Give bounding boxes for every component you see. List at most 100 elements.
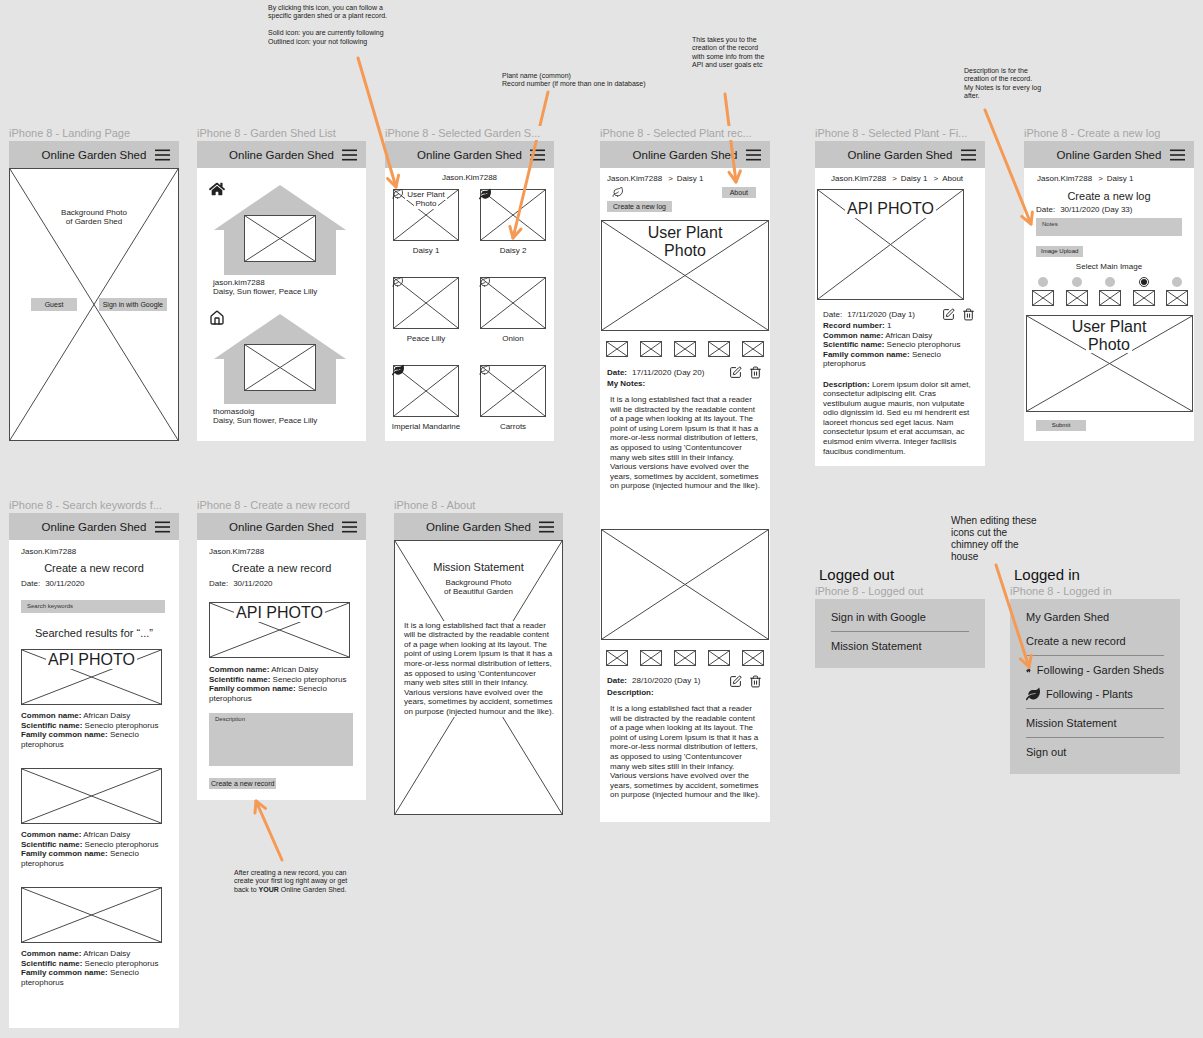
trash-icon[interactable]: [749, 675, 762, 688]
shed-card[interactable]: thomasdoigDaisy, Sun flower, Peace Lilly: [209, 310, 354, 425]
app-title[interactable]: Online Garden Shed: [417, 149, 522, 161]
radio[interactable]: [1172, 277, 1182, 287]
garden-shed-house-icon[interactable]: [214, 185, 346, 275]
app-title[interactable]: Online Garden Shed: [633, 149, 738, 161]
thumbnail[interactable]: [1032, 290, 1054, 306]
hamburger-menu-icon[interactable]: [1170, 149, 1185, 161]
image-choice[interactable]: [1133, 277, 1155, 306]
edit-icon[interactable]: [729, 675, 742, 688]
thumbnail[interactable]: [708, 341, 730, 357]
breadcrumb-item[interactable]: Daisy 1: [901, 174, 928, 184]
app-title[interactable]: Online Garden Shed: [426, 521, 531, 533]
thumbnail[interactable]: [606, 650, 628, 666]
breadcrumb-item[interactable]: Jason.Kim7288: [831, 174, 886, 184]
field-row: Scientific name: Senecio pterophorus: [21, 721, 161, 731]
hamburger-menu-icon[interactable]: [961, 149, 976, 161]
thumbnail[interactable]: [606, 341, 628, 357]
search-result[interactable]: Common name: African DaisyScientific nam…: [21, 768, 167, 868]
radio[interactable]: [1038, 277, 1048, 287]
house-outline-icon[interactable]: [209, 310, 225, 326]
hamburger-menu-icon[interactable]: [539, 521, 554, 533]
google-sign-in-button[interactable]: Sign in with Google: [99, 298, 167, 311]
leaf-solid-icon[interactable]: [392, 364, 404, 376]
breadcrumb-item[interactable]: Daisy 1: [677, 174, 704, 184]
menu-item[interactable]: My Garden Shed: [1026, 605, 1164, 629]
placeholder-cross-icon: [743, 651, 763, 665]
image-choice[interactable]: [1166, 277, 1188, 306]
image-choice[interactable]: [1066, 277, 1088, 306]
image-choice[interactable]: [1032, 277, 1054, 306]
menu-item[interactable]: Following - Plants: [1026, 682, 1164, 706]
menu-item[interactable]: Mission Statement: [1026, 711, 1164, 735]
menu-item[interactable]: Sign in with Google: [831, 605, 969, 629]
thumbnail[interactable]: [708, 650, 730, 666]
garden-shed-house-icon[interactable]: [214, 314, 346, 404]
app-title[interactable]: Online Garden Shed: [229, 521, 334, 533]
edit-icon[interactable]: [729, 366, 742, 379]
radio[interactable]: [1105, 277, 1115, 287]
search-result[interactable]: Common name: African DaisyScientific nam…: [21, 887, 167, 987]
plant-card[interactable]: Imperial Mandarine: [393, 365, 459, 432]
trash-icon[interactable]: [962, 308, 975, 321]
plant-card[interactable]: User PlantPhotoDaisy 1: [393, 189, 459, 256]
edit-icon[interactable]: [942, 308, 955, 321]
leaf-outline-icon[interactable]: [479, 276, 491, 288]
breadcrumb-item[interactable]: About: [942, 174, 963, 184]
record-date: Date:17/11/2020 (Day 1): [823, 310, 915, 320]
image-choice[interactable]: [1099, 277, 1121, 306]
leaf-outline-icon[interactable]: [392, 188, 404, 200]
search-field[interactable]: Search keywords: [21, 600, 165, 613]
thumbnail[interactable]: [1099, 290, 1121, 306]
breadcrumb-item[interactable]: Jason.Kim7288: [1037, 174, 1092, 184]
plant-card[interactable]: Daisy 2: [480, 189, 546, 256]
create-record-button[interactable]: Create a new record: [209, 778, 276, 789]
hamburger-menu-icon[interactable]: [155, 521, 170, 533]
thumbnail[interactable]: [1066, 290, 1088, 306]
leaf-outline-icon[interactable]: [612, 186, 624, 198]
hamburger-menu-icon[interactable]: [746, 149, 761, 161]
radio[interactable]: [1139, 277, 1149, 287]
leaf-outline-icon[interactable]: [479, 364, 491, 376]
thumbnail[interactable]: [1166, 290, 1188, 306]
notes-field[interactable]: Notes: [1036, 218, 1182, 236]
hamburger-menu-icon[interactable]: [530, 149, 545, 161]
trash-icon[interactable]: [749, 366, 762, 379]
image-upload-button[interactable]: Image Upload: [1036, 246, 1083, 257]
hamburger-menu-icon[interactable]: [342, 521, 357, 533]
thumbnail[interactable]: [742, 341, 764, 357]
create-log-button[interactable]: Create a new log: [607, 201, 672, 212]
guest-button[interactable]: Guest: [31, 298, 77, 311]
app-title[interactable]: Online Garden Shed: [848, 149, 953, 161]
thumbnail[interactable]: [742, 650, 764, 666]
leaf-outline-icon[interactable]: [392, 276, 404, 288]
menu-item[interactable]: Mission Statement: [831, 634, 969, 658]
thumbnail[interactable]: [674, 341, 696, 357]
thumbnail[interactable]: [640, 650, 662, 666]
plant-card[interactable]: Carrots: [480, 365, 546, 432]
thumbnail[interactable]: [1133, 290, 1155, 306]
house-solid-icon[interactable]: [209, 181, 225, 197]
menu-item[interactable]: Create a new record: [1026, 629, 1164, 653]
plant-card[interactable]: Onion: [480, 277, 546, 344]
radio[interactable]: [1072, 277, 1082, 287]
about-button[interactable]: About: [722, 187, 756, 198]
annotation-arrow-icon: [255, 801, 282, 860]
thumbnail[interactable]: [640, 341, 662, 357]
menu-item[interactable]: Sign out: [1026, 740, 1164, 764]
app-title[interactable]: Online Garden Shed: [229, 149, 334, 161]
breadcrumb-item[interactable]: Daisy 1: [1107, 174, 1134, 184]
app-title[interactable]: Online Garden Shed: [42, 521, 147, 533]
hamburger-menu-icon[interactable]: [155, 149, 170, 161]
search-result[interactable]: API PHOTOCommon name: African DaisyScien…: [21, 649, 167, 749]
hamburger-menu-icon[interactable]: [342, 149, 357, 161]
plant-card[interactable]: Peace Lilly: [393, 277, 459, 344]
breadcrumb-item[interactable]: Jason.Kim7288: [607, 174, 662, 184]
menu-item[interactable]: Following - Garden Sheds: [1026, 658, 1164, 682]
thumbnail[interactable]: [674, 650, 696, 666]
app-title[interactable]: Online Garden Shed: [42, 149, 147, 161]
leaf-solid-icon[interactable]: [479, 188, 491, 200]
shed-card[interactable]: jason.kim7288Daisy, Sun flower, Peace Li…: [209, 181, 354, 296]
app-title[interactable]: Online Garden Shed: [1057, 149, 1162, 161]
description-field[interactable]: Description: [209, 713, 353, 766]
submit-button[interactable]: Submit: [1036, 420, 1086, 431]
